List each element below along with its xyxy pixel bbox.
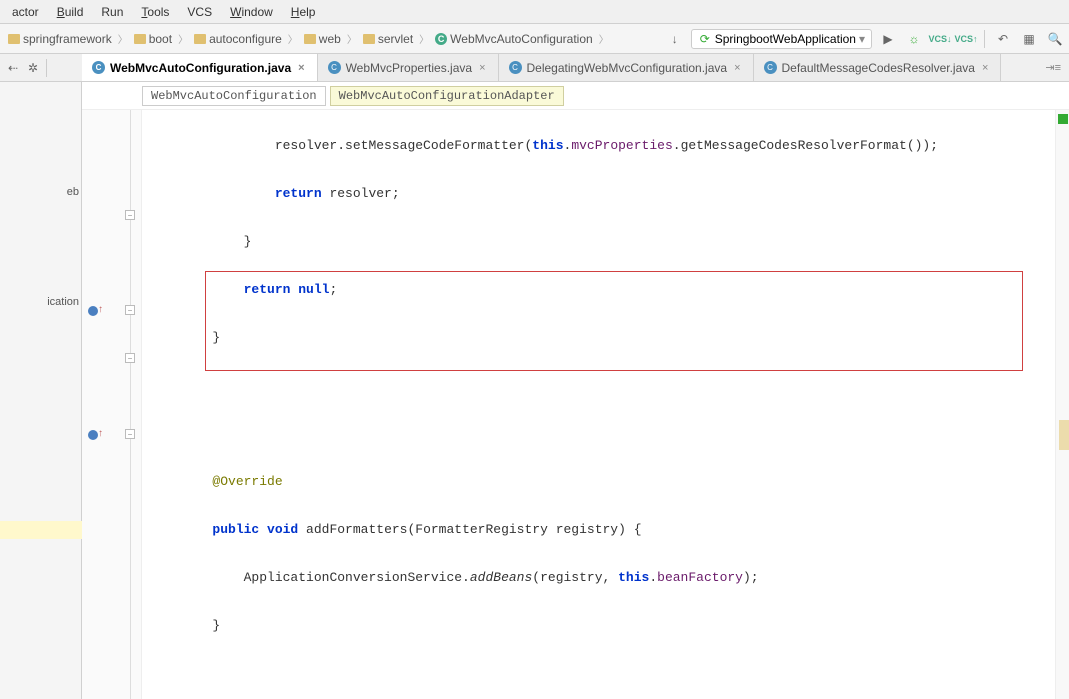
close-icon[interactable]: × <box>732 62 742 74</box>
tab-label: DelegatingWebMvcConfiguration.java <box>527 61 728 75</box>
nav-class[interactable]: WebMvcAutoConfiguration <box>142 86 326 106</box>
folder-icon <box>304 34 316 44</box>
run-config-selector[interactable]: ⟳ SpringbootWebApplication ▾ <box>691 29 872 49</box>
folder-icon <box>363 34 375 44</box>
dropdown-icon: ▾ <box>859 32 865 46</box>
revert-button[interactable]: ↶ <box>993 29 1013 49</box>
menu-vcs[interactable]: VCS <box>179 3 220 21</box>
menu-help[interactable]: Help <box>283 3 324 21</box>
override-arrow-icon: ↑ <box>98 428 103 439</box>
run-button[interactable]: ▶ <box>878 29 898 49</box>
java-class-icon: C <box>509 61 522 74</box>
stripe-mark <box>1059 420 1069 450</box>
search-button[interactable]: 🔍 <box>1045 29 1065 49</box>
menubar: actor Build Run Tools VCS Window Help <box>0 0 1069 24</box>
fold-handle[interactable]: − <box>125 305 135 315</box>
java-class-icon: C <box>92 61 105 74</box>
breadcrumb: springframework 〉 boot 〉 autoconfigure 〉… <box>4 31 609 47</box>
override-icon[interactable] <box>88 306 98 316</box>
springboot-icon: ⟳ <box>698 32 712 46</box>
close-icon[interactable]: × <box>980 62 990 74</box>
tab-label: DefaultMessageCodesResolver.java <box>782 61 975 75</box>
toolbar-right: ↓ ⟳ SpringbootWebApplication ▾ ▶ ☼ VCS↓ … <box>665 29 1065 49</box>
editor: WebMvcAutoConfiguration WebMvcAutoConfig… <box>82 82 1069 699</box>
crumb-sep: 〉 <box>118 31 128 46</box>
crumb-springframework[interactable]: springframework <box>4 31 116 47</box>
code-area[interactable]: resolver.setMessageCodeFormatter(this.mv… <box>142 110 1055 699</box>
crumb-sep: 〉 <box>419 31 429 46</box>
menu-refactor[interactable]: actor <box>4 3 47 21</box>
main: eb ication WebMvcAutoConfiguration WebMv… <box>0 82 1069 699</box>
fold-handle[interactable]: − <box>125 429 135 439</box>
tabs-overflow[interactable]: ⇥≡ <box>1037 54 1069 81</box>
debug-button[interactable]: ☼ <box>904 29 924 49</box>
menu-window[interactable]: Window <box>222 3 281 21</box>
tab-webmvcautoconfiguration[interactable]: C WebMvcAutoConfiguration.java × <box>82 54 318 81</box>
folder-icon <box>134 34 146 44</box>
fold-handle[interactable]: − <box>125 353 135 363</box>
java-class-icon: C <box>328 61 341 74</box>
override-arrow-icon: ↑ <box>98 304 103 315</box>
menu-run[interactable]: Run <box>93 3 131 21</box>
left-tool-strip: ⇠ ✲ <box>0 54 82 82</box>
menu-tools[interactable]: Tools <box>133 3 177 21</box>
close-icon[interactable]: × <box>296 62 306 74</box>
crumb-class[interactable]: CWebMvcAutoConfiguration <box>431 31 597 47</box>
gutter[interactable]: − ↑ − − ↑ − <box>82 110 142 699</box>
crumb-boot[interactable]: boot <box>130 31 176 47</box>
divider <box>46 59 47 77</box>
java-class-icon: C <box>764 61 777 74</box>
fold-handle[interactable]: − <box>125 210 135 220</box>
sidebar-item-application[interactable]: ication <box>0 292 81 312</box>
nav-inner-class[interactable]: WebMvcAutoConfigurationAdapter <box>330 86 564 106</box>
crumb-servlet[interactable]: servlet <box>359 31 417 47</box>
folder-icon <box>8 34 20 44</box>
run-config-name: SpringbootWebApplication <box>715 32 856 46</box>
editor-body: − ↑ − − ↑ − resolver.setMessageCodeForma… <box>82 110 1069 699</box>
tab-label: WebMvcProperties.java <box>346 61 473 75</box>
tab-label: WebMvcAutoConfiguration.java <box>110 61 291 75</box>
folder-icon <box>194 34 206 44</box>
back-icon[interactable]: ⇠ <box>4 59 22 77</box>
hammer-button[interactable]: ↓ <box>665 29 685 49</box>
gear-icon[interactable]: ✲ <box>24 59 42 77</box>
vcs-update-button[interactable]: VCS↓ <box>930 29 950 49</box>
crumb-web[interactable]: web <box>300 31 345 47</box>
toolbar: springframework 〉 boot 〉 autoconfigure 〉… <box>0 24 1069 54</box>
menu-build[interactable]: Build <box>49 3 92 21</box>
nav-breadcrumb: WebMvcAutoConfiguration WebMvcAutoConfig… <box>82 82 1069 110</box>
crumb-sep: 〉 <box>288 31 298 46</box>
editor-tabs: C WebMvcAutoConfiguration.java × C WebMv… <box>0 54 1069 82</box>
crumb-autoconfigure[interactable]: autoconfigure <box>190 31 286 47</box>
tab-defaultmessagecodes[interactable]: C DefaultMessageCodesResolver.java × <box>754 54 1002 81</box>
fold-guide <box>130 110 131 699</box>
crumb-sep: 〉 <box>599 31 609 46</box>
highlight-strip <box>0 521 82 539</box>
analysis-ok-icon <box>1058 114 1068 124</box>
crumb-sep: 〉 <box>178 31 188 46</box>
tab-delegating[interactable]: C DelegatingWebMvcConfiguration.java × <box>499 54 754 81</box>
divider <box>984 30 985 48</box>
override-icon[interactable] <box>88 430 98 440</box>
crumb-sep: 〉 <box>347 31 357 46</box>
left-toolwindow-bar: eb ication <box>0 82 82 699</box>
vcs-commit-button[interactable]: VCS↑ <box>956 29 976 49</box>
structure-button[interactable]: ▦ <box>1019 29 1039 49</box>
sidebar-item-web[interactable]: eb <box>0 182 81 202</box>
tab-webmvcproperties[interactable]: C WebMvcProperties.java × <box>318 54 499 81</box>
error-stripe[interactable] <box>1055 110 1069 699</box>
close-icon[interactable]: × <box>477 62 487 74</box>
class-icon: C <box>435 33 447 45</box>
